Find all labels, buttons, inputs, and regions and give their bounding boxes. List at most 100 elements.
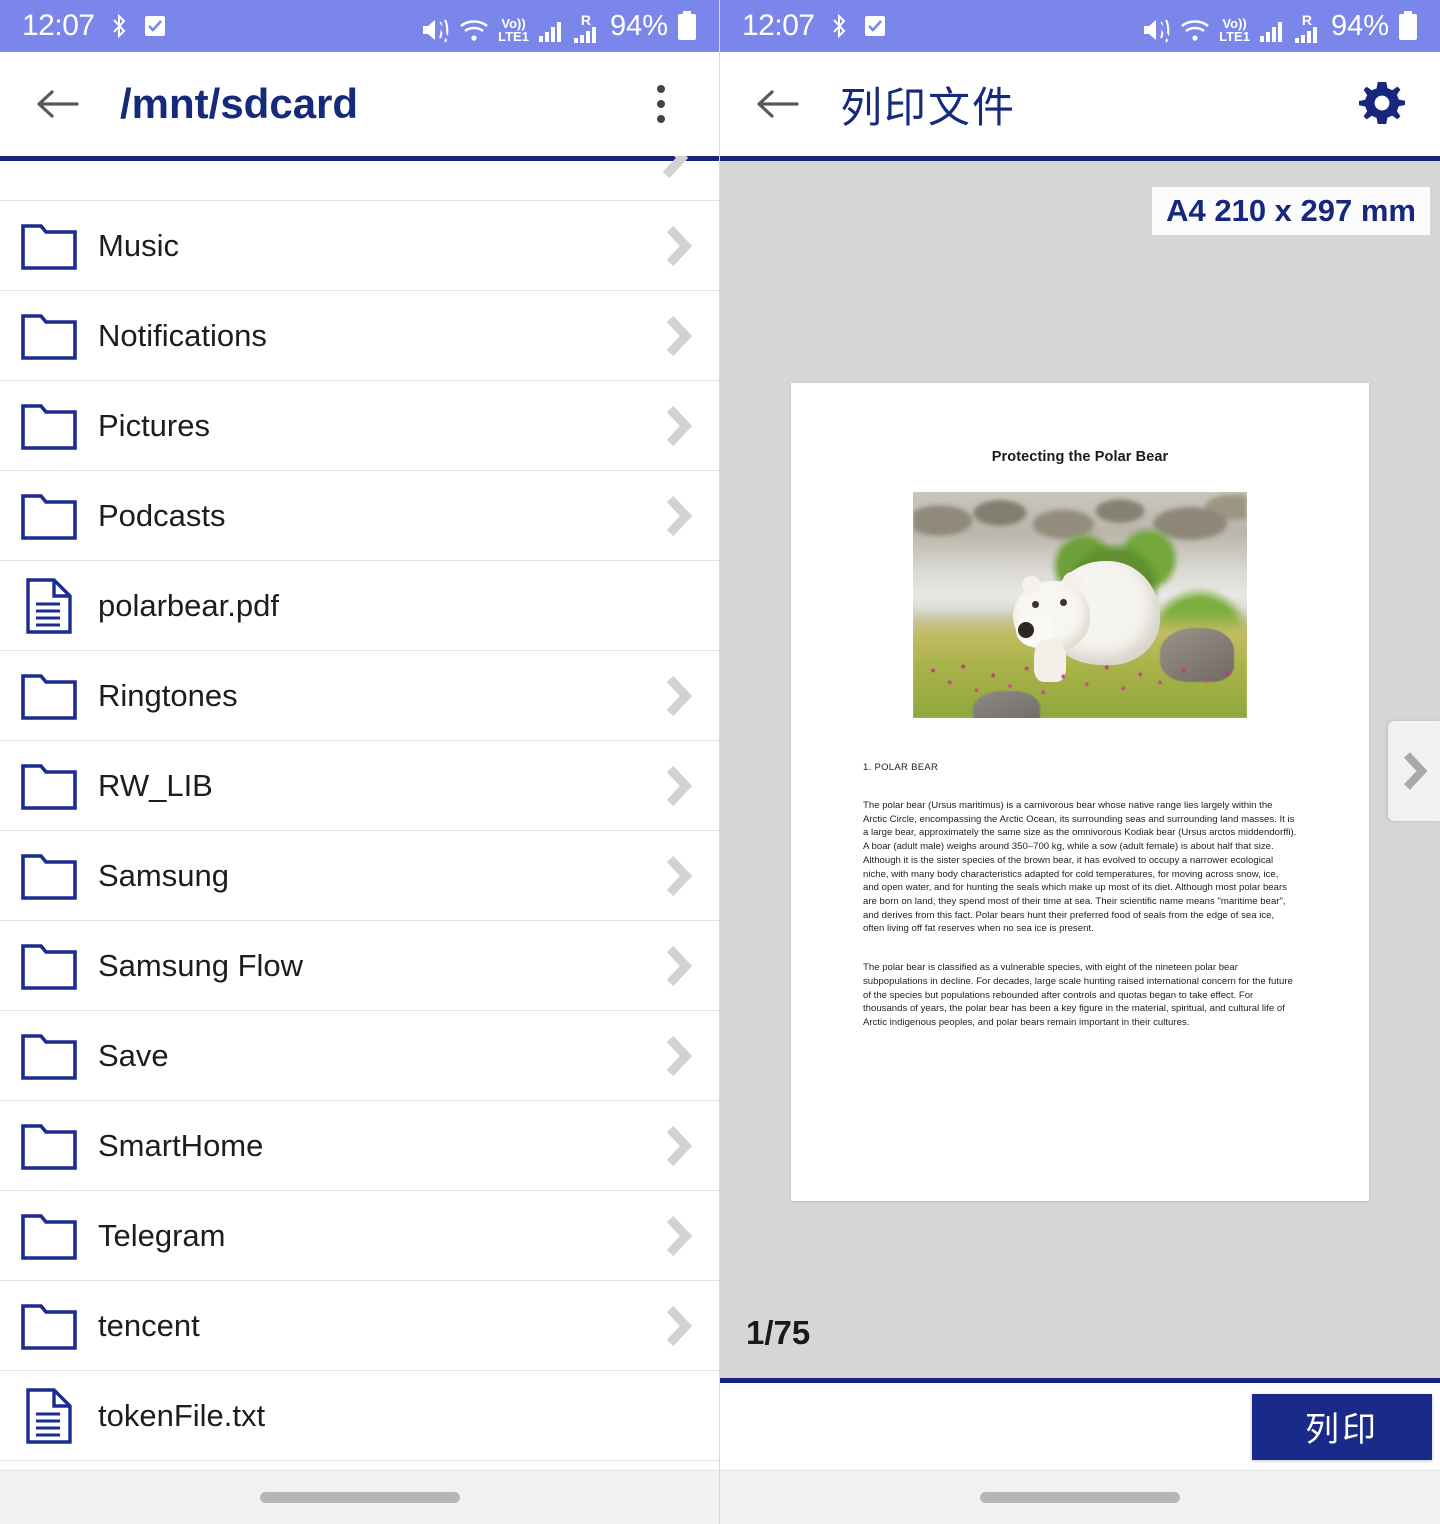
print-button[interactable]: 列印 <box>1252 1393 1432 1460</box>
file-icon <box>26 1387 72 1444</box>
chevron-right-icon[interactable] <box>655 1213 701 1259</box>
volte-top: Vo)) <box>501 15 526 31</box>
list-item-label: polarbear.pdf <box>98 587 279 623</box>
volte-bottom: LTE1 <box>1219 28 1250 44</box>
chevron-right-icon[interactable] <box>655 493 701 539</box>
list-item-partial-above[interactable] <box>0 156 719 201</box>
chevron-right-icon[interactable] <box>655 1303 701 1349</box>
print-action-bar: 列印 <box>720 1378 1440 1470</box>
folder-icon <box>10 311 88 361</box>
volte-icon: Vo)) LTE1 <box>498 17 529 43</box>
chevron-right-icon[interactable] <box>655 403 701 449</box>
next-page-button[interactable] <box>1388 721 1440 821</box>
chevron-right-icon[interactable] <box>655 943 701 989</box>
signal-icon <box>538 19 564 43</box>
chevron-right-icon[interactable] <box>655 223 701 269</box>
status-bar-right-right-group: Vo)) LTE1 R 94% <box>1141 10 1418 43</box>
folder-icon <box>10 491 88 541</box>
chevron-right-icon[interactable] <box>655 1033 701 1079</box>
list-item[interactable]: RW_LIB <box>0 741 719 831</box>
list-item[interactable]: Notifications <box>0 291 719 381</box>
list-item-label: SmartHome <box>98 1127 264 1163</box>
wifi-icon <box>1180 17 1210 43</box>
list-item-label: Podcasts <box>98 497 226 533</box>
overflow-menu-button[interactable] <box>629 72 693 136</box>
chevron-right-icon[interactable] <box>655 313 701 359</box>
wifi-icon <box>459 17 489 43</box>
print-preview-pane: 12:07 Vo)) LTE1 R 94% 列印文件 A4 210 x 297 … <box>720 0 1440 1524</box>
folder-icon <box>10 941 88 991</box>
roaming-signal-icon: R <box>573 13 599 43</box>
gesture-bar-left <box>0 1470 719 1524</box>
bluetooth-icon <box>108 12 130 40</box>
file-browser-appbar: /mnt/sdcard <box>0 52 719 156</box>
page-counter: 1/75 <box>746 1314 811 1351</box>
list-item[interactable]: SmartHome <box>0 1101 719 1191</box>
list-item[interactable]: Telegram <box>0 1191 719 1281</box>
list-item[interactable]: Music <box>0 201 719 291</box>
battery-percent: 94% <box>609 9 668 42</box>
back-button-print[interactable] <box>746 73 808 135</box>
home-indicator-right[interactable] <box>980 1492 1180 1503</box>
chevron-right-icon[interactable] <box>655 763 701 809</box>
back-button-files[interactable] <box>26 73 88 135</box>
path-title: /mnt/sdcard <box>120 80 359 127</box>
list-item[interactable]: TouchSprite <box>0 1461 719 1470</box>
folder-icon <box>21 313 77 360</box>
list-item[interactable]: Podcasts <box>0 471 719 561</box>
folder-icon <box>10 1121 88 1171</box>
file-icon <box>10 1387 88 1445</box>
list-item-label: Notifications <box>98 317 267 353</box>
list-item-label: tokenFile.txt <box>98 1397 266 1433</box>
file-list-rows: Music Notifications Pictures Podcasts polarb… <box>0 201 719 1470</box>
roaming-label: R <box>580 11 592 28</box>
folder-icon <box>10 1211 88 1261</box>
chevron-right-icon[interactable] <box>655 673 701 719</box>
list-item[interactable]: Pictures <box>0 381 719 471</box>
file-browser-pane: 12:07 Vo)) LTE1 R 94% /mnt/sdcard Music … <box>0 0 720 1524</box>
list-item-label: Save <box>98 1037 169 1073</box>
status-time-right: 12:07 <box>742 9 815 42</box>
volte-icon: Vo)) LTE1 <box>1219 17 1250 43</box>
document-paragraph-2: The polar bear is classified as a vulner… <box>863 962 1293 1029</box>
list-item[interactable]: tokenFile.txt <box>0 1371 719 1461</box>
status-bar-left: 12:07 Vo)) LTE1 R 94% <box>0 0 719 52</box>
folder-icon <box>21 1033 77 1080</box>
list-item[interactable]: Samsung Flow <box>0 921 719 1011</box>
folder-icon <box>21 943 77 990</box>
chevron-right-icon[interactable] <box>655 853 701 899</box>
signal-icon <box>1259 19 1285 43</box>
roaming-label: R <box>1301 11 1313 28</box>
folder-icon <box>10 851 88 901</box>
preview-area[interactable]: A4 210 x 297 mm Protecting the Polar Bea… <box>720 161 1440 1378</box>
folder-icon <box>10 1031 88 1081</box>
home-indicator-left[interactable] <box>259 1492 460 1503</box>
file-icon <box>10 577 88 635</box>
battery-icon <box>677 10 697 43</box>
list-item-label: Ringtones <box>98 677 238 713</box>
list-item[interactable]: Save <box>0 1011 719 1101</box>
document-paragraph-1: The polar bear (Ursus maritimus) is a ca… <box>863 800 1297 935</box>
mute-icon <box>420 17 450 43</box>
folder-icon <box>10 401 88 451</box>
file-icon <box>26 577 72 634</box>
list-item[interactable]: tencent <box>0 1281 719 1371</box>
list-item[interactable]: polarbear.pdf <box>0 561 719 651</box>
list-item-label: Samsung Flow <box>98 947 304 983</box>
list-item[interactable]: Ringtones <box>0 651 719 741</box>
status-bar-left-group: 12:07 <box>22 9 167 43</box>
document-section-heading: 1. POLAR BEAR <box>863 762 939 773</box>
folder-icon <box>10 1301 88 1351</box>
dual-pane-screenshot: 12:07 Vo)) LTE1 R 94% /mnt/sdcard Music … <box>0 0 1440 1524</box>
document-page[interactable]: Protecting the Polar Bear 1. POLAR BEAR … <box>791 383 1369 1201</box>
arrow-left-icon <box>37 90 79 118</box>
status-bar-right-group: Vo)) LTE1 R 94% <box>420 10 697 43</box>
folder-icon <box>21 493 77 540</box>
file-list[interactable]: Music Notifications Pictures Podcasts polarb… <box>0 156 719 1470</box>
task-checkbox-icon <box>863 14 887 38</box>
chevron-right-icon[interactable] <box>655 1123 701 1169</box>
folder-icon <box>21 853 77 900</box>
list-item[interactable]: Samsung <box>0 831 719 921</box>
folder-icon <box>10 761 88 811</box>
settings-button[interactable] <box>1350 72 1414 136</box>
